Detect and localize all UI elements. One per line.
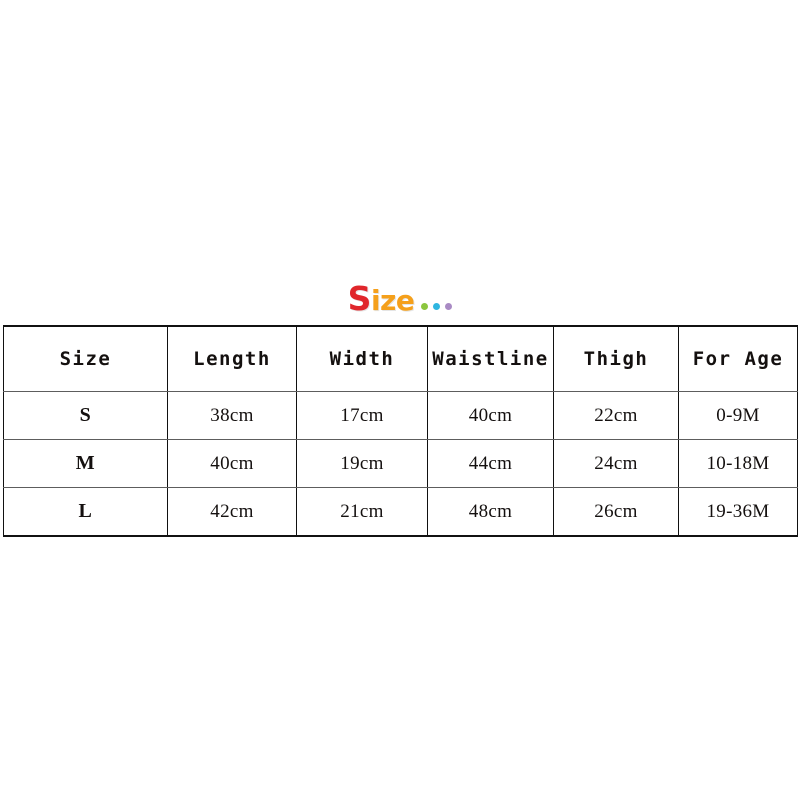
cell-thigh: 24cm bbox=[553, 439, 679, 488]
cell-width: 19cm bbox=[296, 439, 428, 488]
table-header-row: Size Length Width Waistline Thigh For Ag… bbox=[3, 325, 798, 392]
cell-thigh: 22cm bbox=[553, 391, 679, 440]
cell-for-age: 0-9M bbox=[678, 391, 798, 440]
column-header-size: Size bbox=[3, 325, 168, 392]
dot-green-icon bbox=[421, 303, 429, 310]
cell-for-age: 19-36M bbox=[678, 487, 798, 537]
column-header-for-age: For Age bbox=[678, 325, 798, 392]
cell-length: 42cm bbox=[167, 487, 297, 537]
table-row: S 38cm 17cm 40cm 22cm 0-9M bbox=[3, 391, 798, 440]
cell-length: 40cm bbox=[167, 439, 297, 488]
size-chart-page: Size Size Length Width Waistline Thigh F… bbox=[0, 0, 800, 800]
cell-thigh: 26cm bbox=[553, 487, 679, 537]
cell-width: 17cm bbox=[296, 391, 428, 440]
size-table-container: Size Length Width Waistline Thigh For Ag… bbox=[3, 325, 798, 537]
dot-purple-icon bbox=[445, 303, 453, 310]
size-logo-first-letter: S bbox=[347, 279, 372, 318]
size-logo-text: Size bbox=[348, 282, 453, 317]
cell-waistline: 44cm bbox=[427, 439, 554, 488]
cell-length: 38cm bbox=[167, 391, 297, 440]
size-logo-rest: ize bbox=[370, 284, 415, 317]
size-logo-dots bbox=[421, 303, 453, 313]
cell-size: L bbox=[3, 487, 168, 537]
size-logo: Size bbox=[0, 280, 800, 320]
table-row: L 42cm 21cm 48cm 26cm 19-36M bbox=[3, 487, 798, 537]
column-header-waistline: Waistline bbox=[427, 325, 554, 392]
cell-for-age: 10-18M bbox=[678, 439, 798, 488]
cell-size: S bbox=[3, 391, 168, 440]
size-table: Size Length Width Waistline Thigh For Ag… bbox=[3, 325, 798, 537]
table-row: M 40cm 19cm 44cm 24cm 10-18M bbox=[3, 439, 798, 488]
cell-width: 21cm bbox=[296, 487, 428, 537]
cell-waistline: 40cm bbox=[427, 391, 554, 440]
column-header-length: Length bbox=[167, 325, 297, 392]
cell-size: M bbox=[3, 439, 168, 488]
column-header-thigh: Thigh bbox=[553, 325, 679, 392]
column-header-width: Width bbox=[296, 325, 428, 392]
cell-waistline: 48cm bbox=[427, 487, 554, 537]
dot-blue-icon bbox=[433, 303, 441, 310]
